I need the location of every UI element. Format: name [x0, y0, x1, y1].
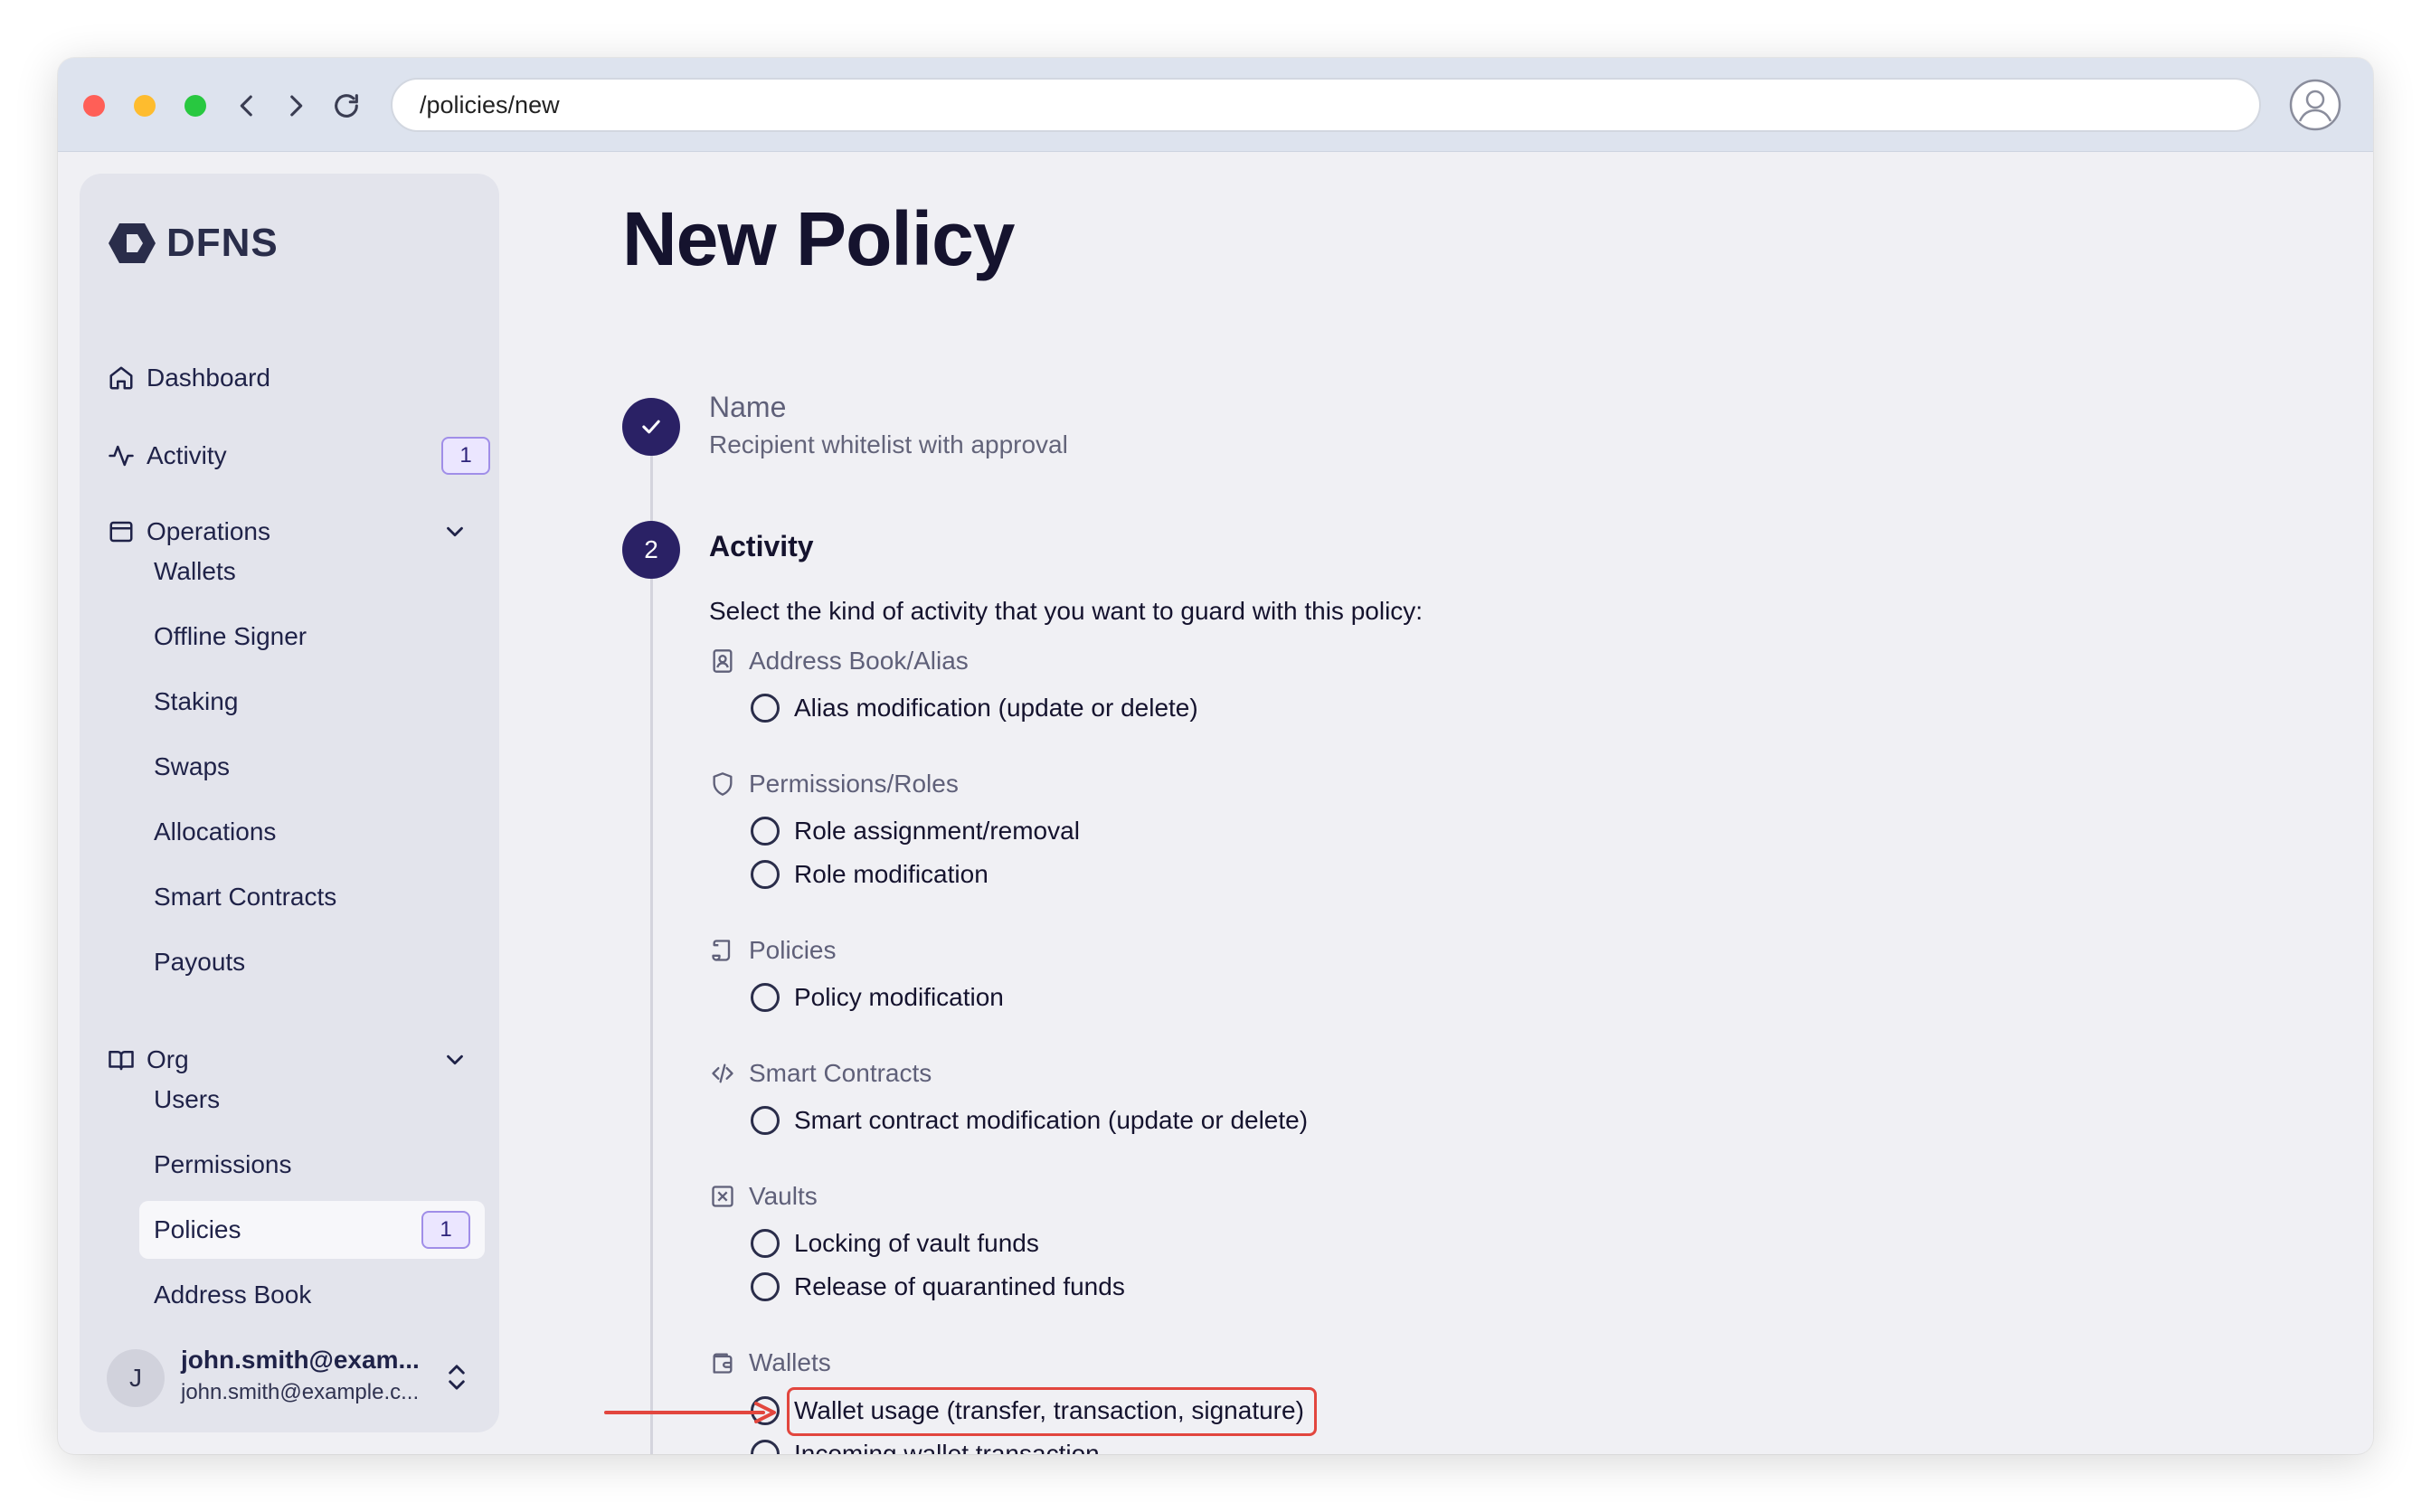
category-policies: Policies	[709, 932, 836, 969]
operations-icon	[107, 517, 136, 546]
sidebar-item-policies-label: Policies	[154, 1215, 241, 1243]
option-locking-vault-funds[interactable]: Locking of vault funds	[751, 1225, 1039, 1262]
profile-icon[interactable]	[2288, 78, 2342, 132]
page-title: New Policy	[622, 196, 1016, 281]
policies-badge: 1	[421, 1211, 470, 1249]
option-policy-modification[interactable]: Policy modification	[751, 979, 1004, 1016]
address-book-icon	[709, 647, 736, 675]
radio-button[interactable]	[751, 817, 780, 846]
option-incoming-wallet-transaction[interactable]: Incoming wallet transaction	[751, 1436, 1100, 1454]
chevron-up-down-icon[interactable]	[443, 1362, 470, 1393]
sidebar-item-swaps[interactable]: Swaps	[139, 738, 485, 796]
category-wallets: Wallets	[709, 1345, 831, 1381]
user-name: john.smith@exam...	[181, 1346, 420, 1374]
step-name-value: Recipient whitelist with approval	[709, 430, 1068, 458]
sidebar-item-address-book[interactable]: Address Book	[139, 1266, 485, 1324]
browser-window: /policies/new DFNS Dashboard Activity 1 …	[58, 58, 2373, 1454]
category-address-book: Address Book/Alias	[709, 643, 969, 679]
wallet-icon	[709, 1349, 736, 1376]
category-permissions-label: Permissions/Roles	[749, 770, 959, 798]
option-role-modification[interactable]: Role modification	[751, 856, 988, 893]
back-icon[interactable]	[230, 89, 264, 123]
radio-button[interactable]	[751, 1106, 780, 1135]
radio-button[interactable]	[751, 694, 780, 723]
sidebar-item-offline-signer[interactable]: Offline Signer	[139, 608, 485, 666]
avatar: J	[107, 1349, 165, 1407]
sidebar-item-users[interactable]: Users	[139, 1071, 485, 1129]
highlight-box	[787, 1387, 1317, 1436]
chevron-down-icon[interactable]	[441, 1046, 468, 1073]
category-smart-contracts-label: Smart Contracts	[749, 1059, 932, 1087]
code-icon	[709, 1060, 736, 1087]
user-email: john.smith@example.c...	[181, 1380, 420, 1404]
shield-icon	[709, 770, 736, 798]
category-permissions: Permissions/Roles	[709, 766, 959, 802]
category-address-book-label: Address Book/Alias	[749, 647, 969, 675]
sidebar-item-wallets[interactable]: Wallets	[139, 543, 485, 600]
step-activity-title: Activity	[709, 530, 814, 562]
nav-activity[interactable]: Activity 1	[80, 430, 499, 481]
option-label: Policy modification	[794, 983, 1004, 1011]
sidebar-item-staking[interactable]: Staking	[139, 673, 485, 731]
dfns-logo[interactable]: DFNS	[107, 221, 279, 266]
sidebar: DFNS Dashboard Activity 1 Operations Wal…	[80, 174, 499, 1432]
activity-badge: 1	[441, 437, 490, 475]
option-role-assignment[interactable]: Role assignment/removal	[751, 813, 1080, 849]
nav-dashboard[interactable]: Dashboard	[80, 353, 499, 403]
activity-icon	[107, 441, 136, 470]
option-label: Role modification	[794, 860, 988, 888]
url-text: /policies/new	[420, 90, 560, 118]
sidebar-item-smart-contracts[interactable]: Smart Contracts	[139, 868, 485, 926]
option-label: Locking of vault funds	[794, 1229, 1039, 1257]
pointer-arrow-icon	[604, 1402, 776, 1423]
option-release-quarantined-funds[interactable]: Release of quarantined funds	[751, 1269, 1125, 1305]
close-window-button[interactable]	[83, 95, 105, 117]
radio-button[interactable]	[751, 983, 780, 1012]
radio-button[interactable]	[751, 1229, 780, 1258]
forward-icon[interactable]	[279, 89, 313, 123]
category-policies-label: Policies	[749, 936, 837, 964]
activity-instruction: Select the kind of activity that you wan…	[709, 597, 1424, 625]
address-bar[interactable]: /policies/new	[391, 78, 2261, 132]
chevron-down-icon[interactable]	[441, 518, 468, 545]
sidebar-item-permissions[interactable]: Permissions	[139, 1136, 485, 1194]
radio-button[interactable]	[751, 1272, 780, 1301]
user-menu[interactable]: J john.smith@exam... john.smith@example.…	[107, 1342, 487, 1411]
category-vaults: Vaults	[709, 1178, 818, 1214]
vault-icon	[709, 1183, 736, 1210]
dfns-logo-icon	[109, 223, 156, 263]
minimize-window-button[interactable]	[134, 95, 156, 117]
home-icon	[107, 364, 136, 392]
option-label: Alias modification (update or delete)	[794, 694, 1198, 722]
sidebar-item-allocations[interactable]: Allocations	[139, 803, 485, 861]
browser-toolbar: /policies/new	[58, 58, 2373, 152]
check-icon	[642, 420, 660, 434]
step-name-title: Name	[709, 391, 787, 423]
category-wallets-label: Wallets	[749, 1348, 831, 1376]
category-vaults-label: Vaults	[749, 1182, 818, 1210]
timeline-line	[650, 456, 653, 1454]
step-number-2: 2	[622, 521, 680, 579]
nav-activity-label: Activity	[147, 441, 227, 469]
nav-dashboard-label: Dashboard	[147, 364, 270, 392]
category-smart-contracts: Smart Contracts	[709, 1055, 932, 1091]
option-label: Release of quarantined funds	[794, 1272, 1125, 1300]
option-alias-modification[interactable]: Alias modification (update or delete)	[751, 690, 1198, 726]
book-open-icon	[107, 1045, 136, 1074]
sidebar-item-payouts[interactable]: Payouts	[139, 933, 485, 991]
radio-button[interactable]	[751, 1440, 780, 1454]
radio-button[interactable]	[751, 860, 780, 889]
scroll-icon	[709, 937, 736, 964]
option-label: Role assignment/removal	[794, 817, 1080, 845]
option-label: Incoming wallet transaction	[794, 1440, 1100, 1454]
maximize-window-button[interactable]	[184, 95, 206, 117]
brand-name: DFNS	[166, 221, 279, 265]
reload-icon[interactable]	[329, 89, 364, 123]
option-label: Smart contract modification (update or d…	[794, 1106, 1309, 1134]
sidebar-item-policies[interactable]: Policies 1	[139, 1201, 485, 1259]
step-complete-icon	[622, 398, 680, 456]
option-smart-contract-modification[interactable]: Smart contract modification (update or d…	[751, 1102, 1308, 1139]
